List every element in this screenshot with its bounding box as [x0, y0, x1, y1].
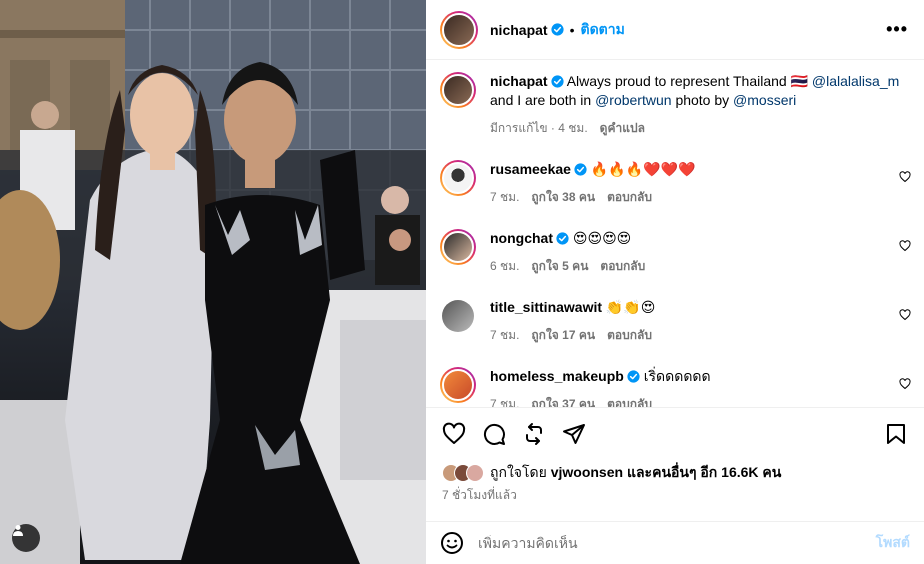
comment-likes[interactable]: ถูกใจ 37 คน — [531, 395, 595, 407]
verified-badge-icon — [556, 232, 569, 245]
commenter-avatar[interactable] — [440, 298, 476, 334]
likes-text[interactable]: ถูกใจโดย vjwoonsen และคนอื่นๆ อีก 16.6K … — [490, 462, 781, 484]
caption-text: nichapat Always proud to represent Thail… — [490, 72, 910, 110]
follow-button[interactable]: ติดตาม — [580, 19, 624, 41]
bookmark-icon[interactable] — [884, 422, 908, 446]
commenter-avatar[interactable] — [440, 160, 476, 196]
verified-badge-icon — [574, 163, 587, 176]
comment-row: title_sittinawawit 👏👏😍 7 ชม. ถูกใจ 17 คน… — [426, 298, 924, 345]
likes-summary: ถูกใจโดย vjwoonsen และคนอื่นๆ อีก 16.6K … — [442, 462, 781, 484]
reply-button[interactable]: ตอบกลับ — [600, 257, 645, 276]
author-username[interactable]: nichapat — [490, 22, 548, 38]
comment-input[interactable] — [478, 535, 876, 551]
post-photo[interactable] — [0, 0, 426, 564]
send-icon[interactable] — [562, 422, 586, 446]
comment-text: 🔥🔥🔥❤️❤️❤️ — [590, 161, 696, 177]
comment-time: 6 ชม. — [490, 259, 520, 273]
mention-robertwun[interactable]: @robertwun — [595, 92, 671, 108]
emoji-icon[interactable] — [440, 531, 464, 555]
reply-button[interactable]: ตอบกลับ — [607, 326, 652, 345]
likes-others[interactable]: และคนอื่นๆ อีก 16.6K คน — [627, 464, 781, 480]
caption-part-1: Always proud to represent Thailand 🇹🇭 — [566, 73, 809, 89]
liker-avatar[interactable] — [466, 464, 484, 482]
heart-icon[interactable] — [442, 422, 466, 446]
comment-text: 👏👏😍 — [605, 299, 656, 315]
verified-badge-icon — [550, 75, 564, 88]
heart-icon[interactable] — [899, 171, 911, 183]
caption-meta: มีการแก้ไข · 4 ชม. ดูคำแปล — [490, 119, 910, 138]
comment-row: homeless_makeupb เริ่ดดดดดด 7 ชม. ถูกใจ … — [426, 367, 924, 407]
action-bar — [442, 420, 908, 448]
verified-badge-icon — [550, 23, 564, 36]
reply-button[interactable]: ตอบกลับ — [607, 395, 652, 407]
comment-text: เริ่ดดดดดด — [643, 368, 711, 384]
photo-illustration — [0, 0, 426, 564]
comment-time: 7 ชม. — [490, 190, 520, 204]
mention-lalalalisa[interactable]: @lalalalisa_m — [812, 73, 899, 89]
caption-part-2: and I are both in — [490, 92, 592, 108]
caption-row: nichapat Always proud to represent Thail… — [426, 72, 924, 138]
heart-icon[interactable] — [899, 378, 911, 390]
caption-username[interactable]: nichapat — [490, 73, 548, 89]
caption-edited: มีการแก้ไข · 4 ชม. — [490, 121, 588, 135]
mention-mosseri[interactable]: @mosseri — [733, 92, 796, 108]
post-timestamp[interactable]: 7 ชั่วโมงที่แล้ว — [442, 486, 517, 505]
commenter-username[interactable]: homeless_makeupb — [490, 368, 624, 384]
add-comment-bar: โพสต์ — [426, 521, 924, 564]
comments-list: nichapat Always proud to represent Thail… — [426, 61, 924, 407]
liker-username[interactable]: vjwoonsen — [551, 464, 623, 480]
heart-icon[interactable] — [899, 309, 911, 321]
post-details-panel: nichapat • ติดตาม ••• nichapat Always pr… — [426, 0, 924, 564]
comment-time: 7 ชม. — [490, 328, 520, 342]
commenter-username[interactable]: rusameekae — [490, 161, 571, 177]
divider — [426, 407, 924, 408]
user-tag-button[interactable] — [12, 524, 40, 552]
comment-text: 😍😍😍😍 — [572, 230, 632, 246]
comment-likes[interactable]: ถูกใจ 38 คน — [531, 188, 595, 207]
see-translation-button[interactable]: ดูคำแปล — [600, 119, 645, 138]
comment-likes[interactable]: ถูกใจ 17 คน — [531, 326, 595, 345]
comment-row: nongchat 😍😍😍😍 6 ชม. ถูกใจ 5 คน ตอบกลับ — [426, 229, 924, 276]
post-header: nichapat • ติดตาม ••• — [426, 0, 924, 60]
comment-row: rusameekae 🔥🔥🔥❤️❤️❤️ 7 ชม. ถูกใจ 38 คน ต… — [426, 160, 924, 207]
comment-time: 7 ชม. — [490, 397, 520, 407]
caption-avatar[interactable] — [440, 72, 476, 108]
commenter-username[interactable]: title_sittinawawit — [490, 299, 602, 315]
post-comment-button[interactable]: โพสต์ — [876, 532, 910, 554]
repost-icon[interactable] — [522, 422, 546, 446]
verified-badge-icon — [627, 370, 640, 383]
reply-button[interactable]: ตอบกลับ — [607, 188, 652, 207]
heart-icon[interactable] — [899, 240, 911, 252]
comment-likes[interactable]: ถูกใจ 5 คน — [531, 257, 588, 276]
commenter-avatar[interactable] — [440, 229, 476, 265]
commenter-username[interactable]: nongchat — [490, 230, 553, 246]
separator-dot: • — [569, 21, 575, 38]
commenter-avatar[interactable] — [440, 367, 476, 403]
more-options-button[interactable]: ••• — [886, 19, 908, 40]
caption-part-3: photo by — [675, 92, 730, 108]
author-avatar[interactable] — [440, 10, 478, 49]
comment-icon[interactable] — [482, 422, 506, 446]
user-tag-icon — [13, 525, 23, 536]
